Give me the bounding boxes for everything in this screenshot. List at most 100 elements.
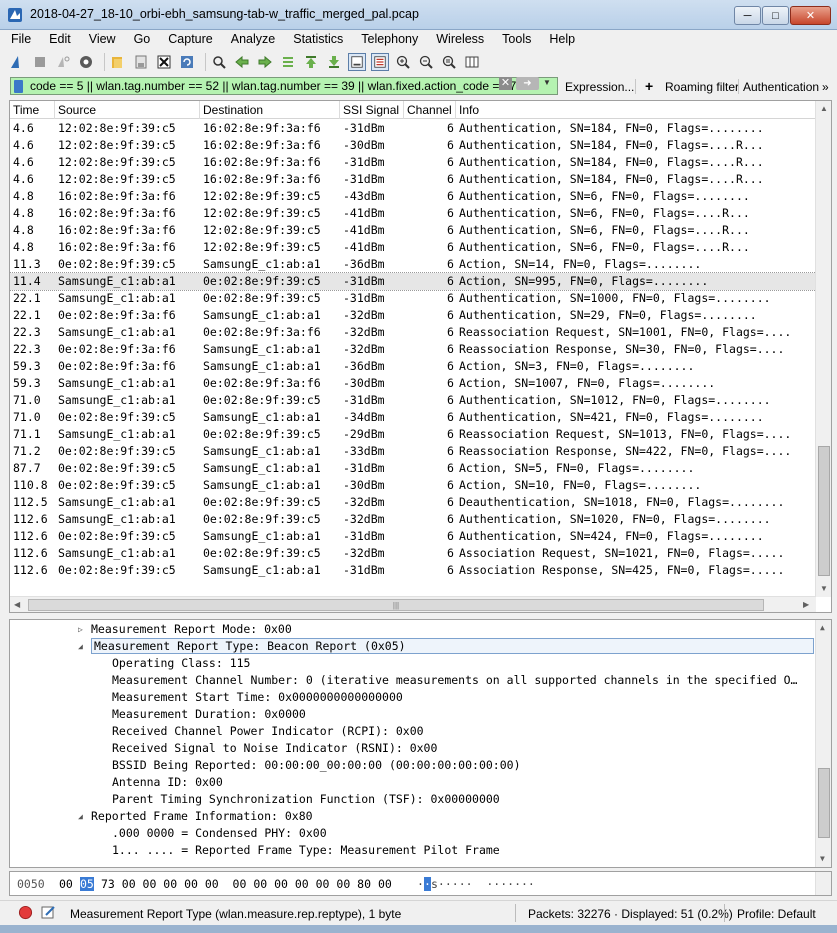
back-icon[interactable] (233, 53, 251, 71)
open-file-icon[interactable] (109, 53, 127, 71)
packet-row[interactable]: 59.3 0e:02:8e:9f:3a:f6 SamsungE_c1:ab:a1 -3… (10, 358, 816, 375)
tree-expanded-icon[interactable]: ◢ (78, 812, 83, 821)
filter-history-dropdown-icon[interactable]: ▼ (543, 78, 551, 87)
apply-filter-icon[interactable]: ➜ (516, 77, 539, 90)
bytes-ascii-before[interactable]: · (417, 877, 424, 891)
detail-tree-item[interactable]: Measurement Channel Number: 0 (iterative… (112, 673, 797, 687)
packet-row[interactable]: 87.7 0e:02:8e:9f:39:c5 SamsungE_c1:ab:a1 -3… (10, 460, 816, 477)
more-filters-button[interactable]: » (822, 80, 829, 94)
packet-row[interactable]: 59.3 SamsungE_c1:ab:a1 0e:02:8e:9f:3a:f6 -3… (10, 375, 816, 392)
stop-icon[interactable] (31, 53, 49, 71)
packet-row[interactable]: 71.0 0e:02:8e:9f:39:c5 SamsungE_c1:ab:a1 -3… (10, 409, 816, 426)
bytes-scrollbar[interactable] (815, 872, 831, 895)
column-header-channel[interactable]: Channel (407, 103, 452, 117)
packet-row[interactable]: 11.3 0e:02:8e:9f:39:c5 SamsungE_c1:ab:a1 -3… (10, 256, 816, 273)
detail-tree-item[interactable]: Operating Class: 115 (112, 656, 250, 670)
packet-row[interactable]: 22.3 SamsungE_c1:ab:a1 0e:02:8e:9f:3a:f6 -3… (10, 324, 816, 341)
tree-expanded-icon[interactable]: ◢ (78, 642, 83, 651)
menu-file[interactable]: File (0, 30, 40, 48)
detail-tree-item[interactable]: Measurement Report Mode: 0x00 (91, 622, 292, 636)
display-filter-input[interactable]: code == 5 || wlan.tag.number == 52 || wl… (10, 77, 558, 95)
column-header-info[interactable]: Info (459, 103, 479, 117)
packet-row[interactable]: 112.5 SamsungE_c1:ab:a1 0e:02:8e:9f:39:c5 -… (10, 494, 816, 511)
find-icon[interactable] (210, 53, 228, 71)
roaming-filter-button[interactable]: Roaming filter (665, 80, 739, 94)
scroll-down-icon[interactable]: ▼ (820, 854, 825, 863)
packet-row[interactable]: 4.8 16:02:8e:9f:3a:f6 12:02:8e:9f:39:c5 -41… (10, 205, 816, 222)
scroll-right-icon[interactable]: ▶ (803, 600, 809, 609)
packet-row[interactable]: 4.8 16:02:8e:9f:3a:f6 12:02:8e:9f:39:c5 -43… (10, 188, 816, 205)
packet-row[interactable]: 4.8 16:02:8e:9f:3a:f6 12:02:8e:9f:39:c5 -41… (10, 239, 816, 256)
menu-analyze[interactable]: Analyze (222, 30, 284, 48)
column-header-destination[interactable]: Destination (203, 103, 263, 117)
zoom-out-icon[interactable] (417, 53, 435, 71)
capture-options-icon[interactable] (77, 53, 95, 71)
scroll-down-icon[interactable]: ▼ (820, 584, 828, 593)
packet-row[interactable]: 11.4 SamsungE_c1:ab:a1 0e:02:8e:9f:39:c5 -3… (10, 272, 817, 291)
save-file-icon[interactable] (132, 53, 150, 71)
minimize-button[interactable]: ─ (734, 6, 761, 25)
colorize-icon[interactable] (371, 52, 389, 71)
packet-row[interactable]: 22.3 0e:02:8e:9f:3a:f6 SamsungE_c1:ab:a1 -3… (10, 341, 816, 358)
restart-icon[interactable] (54, 53, 72, 71)
reload-icon[interactable] (178, 53, 196, 71)
expert-info-icon[interactable] (18, 905, 33, 920)
packet-list-vertical-scrollbar[interactable]: ▲ ▼ (815, 101, 831, 597)
menu-tools[interactable]: Tools (493, 30, 540, 48)
clear-filter-icon[interactable]: ✕ (499, 77, 512, 90)
packet-row[interactable]: 112.6 0e:02:8e:9f:39:c5 SamsungE_c1:ab:a1 -… (10, 528, 816, 545)
bytes-ascii-selected[interactable]: · (424, 877, 431, 891)
zoom-in-icon[interactable] (394, 53, 412, 71)
packet-list-horizontal-scrollbar[interactable]: ◀ ||| ▶ (10, 596, 816, 612)
menu-help[interactable]: Help (540, 30, 584, 48)
packet-row[interactable]: 4.6 12:02:8e:9f:39:c5 16:02:8e:9f:3a:f6 -31… (10, 120, 816, 137)
scroll-up-icon[interactable]: ▲ (820, 104, 828, 113)
detail-tree-item[interactable]: BSSID Being Reported: 00:00:00_00:00:00 … (112, 758, 521, 772)
packet-row[interactable]: 4.8 16:02:8e:9f:3a:f6 12:02:8e:9f:39:c5 -41… (10, 222, 816, 239)
packet-row[interactable]: 4.6 12:02:8e:9f:39:c5 16:02:8e:9f:3a:f6 -31… (10, 171, 816, 188)
filter-text[interactable]: code == 5 || wlan.tag.number == 52 || wl… (30, 79, 516, 93)
packet-row[interactable]: 22.1 SamsungE_c1:ab:a1 0e:02:8e:9f:39:c5 -3… (10, 290, 816, 307)
details-vertical-scrollbar[interactable]: ▲ ▼ (815, 620, 831, 867)
packet-row[interactable]: 71.2 0e:02:8e:9f:39:c5 SamsungE_c1:ab:a1 -3… (10, 443, 816, 460)
authentication-filter-button[interactable]: Authentication (743, 80, 819, 94)
packet-row[interactable]: 71.0 SamsungE_c1:ab:a1 0e:02:8e:9f:39:c5 -3… (10, 392, 816, 409)
detail-tree-item[interactable]: Antenna ID: 0x00 (112, 775, 223, 789)
bytes-hex-after[interactable]: 73 00 00 00 00 00 00 00 00 00 00 00 80 0… (101, 877, 392, 891)
bytes-ascii-after[interactable]: s····· ······· (431, 877, 535, 891)
packet-row[interactable]: 4.6 12:02:8e:9f:39:c5 16:02:8e:9f:3a:f6 -31… (10, 154, 816, 171)
maximize-button[interactable]: □ (762, 6, 789, 25)
column-header-time[interactable]: Time (13, 103, 39, 117)
detail-tree-item[interactable]: Parent Timing Synchronization Function (… (112, 792, 500, 806)
menu-edit[interactable]: Edit (40, 30, 80, 48)
add-filter-button[interactable]: + (645, 78, 653, 94)
menu-go[interactable]: Go (125, 30, 160, 48)
autoscroll-icon[interactable] (348, 52, 366, 71)
detail-tree-item[interactable]: 1... .... = Reported Frame Type: Measure… (112, 843, 500, 857)
shark-fin-start-icon[interactable] (8, 53, 26, 71)
packet-row[interactable]: 22.1 0e:02:8e:9f:3a:f6 SamsungE_c1:ab:a1 -3… (10, 307, 816, 324)
packet-row[interactable]: 112.6 SamsungE_c1:ab:a1 0e:02:8e:9f:39:c5 -… (10, 545, 816, 562)
menu-capture[interactable]: Capture (159, 30, 221, 48)
menu-telephony[interactable]: Telephony (352, 30, 427, 48)
detail-tree-item[interactable]: Reported Frame Information: 0x80 (91, 809, 313, 823)
resize-columns-icon[interactable] (463, 53, 481, 71)
tree-collapsed-icon[interactable]: ▷ (78, 625, 83, 634)
close-file-icon[interactable] (155, 53, 173, 71)
last-packet-icon[interactable] (325, 53, 343, 71)
go-to-packet-icon[interactable] (279, 53, 297, 71)
column-header-source[interactable]: Source (58, 103, 96, 117)
detail-tree-item[interactable]: .000 0000 = Condensed PHY: 0x00 (112, 826, 327, 840)
menu-statistics[interactable]: Statistics (284, 30, 352, 48)
close-button[interactable]: ✕ (790, 6, 831, 25)
menu-view[interactable]: View (80, 30, 125, 48)
bytes-hex-before[interactable]: 00 (59, 877, 73, 891)
menu-wireless[interactable]: Wireless (427, 30, 493, 48)
scrollbar-thumb[interactable]: ||| (28, 599, 764, 611)
scrollbar-thumb[interactable] (818, 446, 830, 576)
packet-row[interactable]: 112.6 SamsungE_c1:ab:a1 0e:02:8e:9f:39:c5 -… (10, 511, 816, 528)
first-packet-icon[interactable] (302, 53, 320, 71)
bookmark-icon[interactable] (14, 80, 23, 93)
detail-tree-item[interactable]: Measurement Start Time: 0x00000000000000… (112, 690, 403, 704)
detail-tree-item[interactable]: Measurement Report Type: Beacon Report (… (91, 638, 814, 654)
